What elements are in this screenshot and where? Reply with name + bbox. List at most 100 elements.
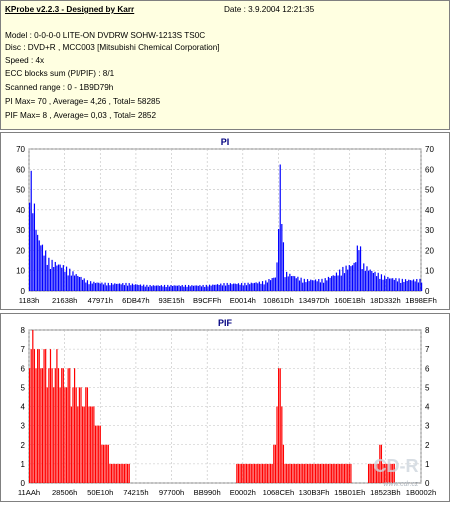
pi-bar xyxy=(355,262,357,291)
pi-bar xyxy=(319,282,321,291)
pif-bar xyxy=(298,463,301,483)
pi-bar xyxy=(181,285,183,291)
pi-bar xyxy=(226,282,228,291)
pif-bar xyxy=(48,368,50,483)
x-tick-label: 130B3Fh xyxy=(299,488,330,497)
pi-bar xyxy=(225,285,227,291)
pi-bar xyxy=(168,286,170,291)
y-tick-label-left: 7 xyxy=(21,345,26,354)
pif-bar xyxy=(236,463,238,483)
pif-bar xyxy=(300,463,302,483)
pi-bar xyxy=(327,276,330,291)
pi-bar xyxy=(78,276,81,291)
pif-bar xyxy=(316,463,318,483)
pi-bar xyxy=(311,280,313,291)
pif-bar xyxy=(45,349,47,483)
pi-bar xyxy=(250,282,252,291)
pif-bar xyxy=(86,387,89,483)
pi-bar xyxy=(331,276,333,291)
pi-bar xyxy=(199,285,201,291)
pi-bar xyxy=(175,285,177,291)
pi-bar xyxy=(334,275,336,291)
pi-bar xyxy=(171,286,174,291)
pi-bar xyxy=(57,264,60,291)
pif-bar xyxy=(112,463,114,483)
disc-info: Disc : DVD+R , MCC003 [Mitsubishi Chemic… xyxy=(5,43,220,52)
y-tick-label-left: 8 xyxy=(21,326,26,335)
pi-bar xyxy=(61,267,63,291)
pi-bar xyxy=(212,284,214,291)
pif-bar xyxy=(244,463,246,483)
pif-bar xyxy=(281,406,283,483)
pif-bar xyxy=(287,463,289,483)
pi-bar xyxy=(65,266,68,291)
pif-bar xyxy=(64,387,66,483)
pi-bar xyxy=(59,264,61,291)
pif-bar xyxy=(323,463,325,483)
pi-bar xyxy=(37,234,39,291)
pi-bar xyxy=(303,278,305,291)
pif-bar xyxy=(49,349,52,483)
pi-bar xyxy=(323,282,325,291)
pi-bar xyxy=(384,275,386,291)
pi-bar xyxy=(32,213,34,291)
pi-bar xyxy=(70,275,72,291)
y-tick-label-right: 70 xyxy=(425,145,434,154)
pif-stats: PIF Max= 8 , Average= 0,03 , Total= 2852 xyxy=(5,111,157,120)
pi-bar xyxy=(220,283,222,291)
pif-bar xyxy=(269,463,272,483)
pi-bar xyxy=(395,278,397,291)
pif-bar xyxy=(278,368,280,483)
pif-bar xyxy=(38,349,40,483)
pi-bar xyxy=(135,284,137,291)
pi-bar xyxy=(56,265,58,291)
y-tick-label-right: 40 xyxy=(425,206,434,215)
y-tick-label-left: 6 xyxy=(21,364,26,373)
pif-bar xyxy=(350,463,352,483)
ecc-info: ECC blocks sum (PI/PIF) : 8/1 xyxy=(5,69,115,78)
pif-bar xyxy=(268,463,270,483)
pif-bar xyxy=(115,463,117,483)
pi-bar xyxy=(73,275,76,291)
pif-bar xyxy=(308,463,310,483)
pi-bar xyxy=(43,255,45,291)
pi-bar xyxy=(245,285,248,291)
pi-bar xyxy=(274,277,277,291)
pif-bar xyxy=(371,463,373,483)
pif-bar xyxy=(345,463,347,483)
pi-bar xyxy=(367,270,370,291)
pi-bar xyxy=(163,284,166,291)
y-tick-label-left: 70 xyxy=(16,145,25,154)
pi-bar xyxy=(263,284,265,291)
pi-bar xyxy=(406,280,408,291)
pi-bar xyxy=(128,283,130,291)
pi-bar xyxy=(117,283,119,291)
pi-bar xyxy=(130,285,132,291)
pi-bar xyxy=(314,279,317,291)
x-tick-label: 15B01Eh xyxy=(334,488,365,497)
pi-bar xyxy=(244,282,246,291)
pi-bar xyxy=(83,278,85,291)
pif-bar xyxy=(321,463,323,483)
pif-bar xyxy=(96,425,98,483)
pi-bar xyxy=(72,271,74,291)
pi-bar xyxy=(204,286,206,291)
pif-bar xyxy=(242,463,244,483)
pif-bar xyxy=(88,406,90,483)
pi-bar xyxy=(310,279,312,291)
pi-bar xyxy=(131,283,134,291)
pi-bar xyxy=(216,284,219,291)
pif-bar xyxy=(284,463,286,483)
pif-bar xyxy=(93,406,95,483)
pif-bar xyxy=(43,349,45,483)
pi-bar xyxy=(343,273,346,291)
pif-bar xyxy=(302,463,304,483)
pi-bar xyxy=(388,278,391,291)
x-tick-label: 1B0002h xyxy=(406,488,436,497)
pi-bar xyxy=(377,272,379,291)
pi-bar xyxy=(215,284,217,291)
pif-chart: 0 0 1 1 2 2 3 3 4 4 5 5 6 6 7 7 8 8 PIF 11AAh 28506h 50E10h 74… xyxy=(18,318,436,497)
x-tick-label: 97700h xyxy=(159,488,184,497)
app-title: KProbe v2.2.3 - Designed by Karr xyxy=(5,5,135,14)
pi-bar xyxy=(90,281,92,291)
